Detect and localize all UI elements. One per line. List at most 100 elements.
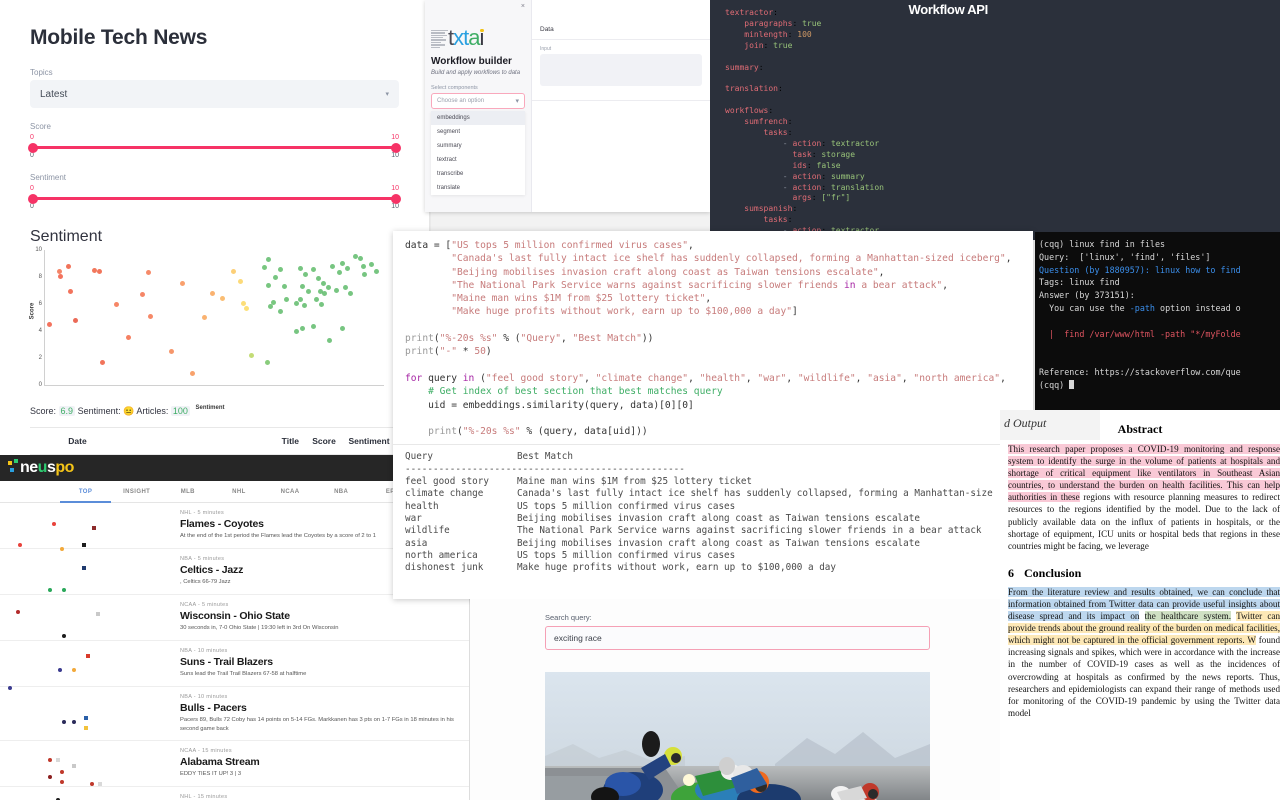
workflow-api-yaml: textractor: paragraphs: true minlength: … <box>725 8 884 237</box>
sentiment-handle-min-value: 0 <box>30 185 34 192</box>
sentiment-slider-knob-min[interactable] <box>28 194 38 204</box>
game-sparkline <box>0 556 180 587</box>
txtai-main-area: Data Input <box>532 0 710 212</box>
neuspo-tab-insight[interactable]: INSIGHT <box>111 481 162 503</box>
score-scale-min: 0 <box>30 152 34 159</box>
scatter-point <box>300 326 305 331</box>
workflow-api-title: Workflow API <box>909 2 988 17</box>
neuspo-tab-nba[interactable]: NBA <box>316 481 367 503</box>
sparkline-marker <box>72 668 76 672</box>
components-select-placeholder: Choose an option <box>437 98 484 104</box>
neuspo-tab-nhl[interactable]: NHL <box>213 481 264 503</box>
mobile-tech-news-panel: Mobile Tech News Topics Latest ▾ Score 0… <box>0 0 430 460</box>
scatter-point <box>361 264 366 269</box>
txtai-heading: Workflow builder <box>431 56 531 67</box>
score-slider[interactable] <box>30 146 399 149</box>
game-sparkline <box>0 602 180 633</box>
game-meta: NCAA - 5 minutes <box>180 602 461 608</box>
topics-selected-value: Latest <box>40 89 67 100</box>
game-title[interactable]: Wisconsin - Ohio State <box>180 610 461 622</box>
sparkline-marker <box>72 720 76 724</box>
sparkline-marker <box>62 588 66 592</box>
scatter-point <box>326 285 331 290</box>
sparkline-marker <box>48 758 52 762</box>
topics-label: Topics <box>30 68 399 77</box>
topics-select[interactable]: Latest ▾ <box>30 80 399 108</box>
component-option-translate[interactable]: translate <box>431 181 525 195</box>
game-title[interactable]: Bulls - Pacers <box>180 702 461 714</box>
scatter-point <box>278 267 283 272</box>
scatter-point <box>303 272 308 277</box>
race-photo-svg <box>545 672 930 800</box>
game-meta: NBA - 10 minutes <box>180 648 461 654</box>
cqq-terminal-panel[interactable]: (cqq) linux find in files Query: ['linux… <box>1035 232 1280 414</box>
chart-plot-area <box>44 250 384 386</box>
game-info: NCAA - 5 minutesWisconsin - Ohio State30… <box>180 602 469 633</box>
scatter-point <box>266 283 271 288</box>
neuspo-tab-top[interactable]: TOP <box>60 481 111 503</box>
scatter-point <box>100 360 105 365</box>
scatter-point <box>311 267 316 272</box>
scatter-point <box>319 302 324 307</box>
scatter-point <box>241 301 246 306</box>
scatter-point <box>238 279 243 284</box>
scatter-point <box>262 265 267 270</box>
scatter-point <box>353 254 358 259</box>
stats-articles-label: Articles: <box>136 406 168 416</box>
logo-square-green-icon <box>14 459 18 463</box>
neuspo-tab-ncaa[interactable]: NCAA <box>265 481 316 503</box>
code-output-block: Query Best Match -----------------------… <box>393 445 1033 574</box>
scatter-point <box>340 261 345 266</box>
component-option-transcribe[interactable]: transcribe <box>431 167 525 181</box>
components-select[interactable]: Choose an option ▾ <box>431 93 525 109</box>
motorcycle-race-result-image <box>545 672 930 800</box>
score-slider-knob-min[interactable] <box>28 143 38 153</box>
scatter-point <box>314 297 319 302</box>
scatter-point <box>47 322 52 327</box>
score-label: Score <box>30 122 399 131</box>
game-title[interactable]: Alabama Stream <box>180 756 461 768</box>
neuspo-game-row[interactable]: NBA - 10 minutesBulls - PacersPacers 89,… <box>0 687 469 741</box>
sentiment-slider[interactable] <box>30 197 399 200</box>
scatter-point <box>374 269 379 274</box>
close-icon[interactable]: × <box>521 3 525 10</box>
neuspo-game-row[interactable]: NCAA - 5 minutesWisconsin - Ohio State30… <box>0 595 469 641</box>
neuspo-logo[interactable]: neuspo <box>8 459 74 477</box>
scatter-point <box>334 288 339 293</box>
component-option-textract[interactable]: textract <box>431 153 525 167</box>
game-title[interactable]: Suns - Trail Blazers <box>180 656 461 668</box>
sparkline-marker <box>60 780 64 784</box>
sparkline-marker <box>56 758 60 762</box>
search-input[interactable]: exciting race <box>545 626 930 650</box>
stats-articles-value: 100 <box>171 406 190 416</box>
component-option-summary[interactable]: summary <box>431 139 525 153</box>
scatter-point <box>369 262 374 267</box>
scatter-point <box>348 291 353 296</box>
txtai-input-box[interactable] <box>540 54 702 86</box>
scatter-point <box>340 326 345 331</box>
component-option-segment[interactable]: segment <box>431 125 525 139</box>
conclusion-paragraph: From the literature review and results o… <box>1000 586 1280 719</box>
scatter-point <box>231 269 236 274</box>
components-option-list[interactable]: embeddingssegmentsummarytextracttranscri… <box>431 111 525 195</box>
game-meta: NHL - 15 minutes <box>180 794 461 800</box>
component-option-embeddings[interactable]: embeddings <box>431 111 525 125</box>
chart-y-tick: 4 <box>39 328 42 334</box>
sparkline-marker <box>58 668 62 672</box>
game-info: NHL - 15 minutesBlackhawks - Red Wings <box>180 794 469 800</box>
neuspo-game-row[interactable]: NHL - 15 minutesBlackhawks - Red Wings <box>0 787 469 800</box>
workflow-api-panel: Workflow API textractor: paragraphs: tru… <box>710 0 1280 240</box>
game-info: NBA - 10 minutes Suns - Trail Blazers Suns… <box>180 648 469 679</box>
research-paper-panel: d Output Abstract This research paper pr… <box>1000 410 1280 800</box>
score-slider-knob-max[interactable] <box>391 143 401 153</box>
scatter-point <box>148 314 153 319</box>
neuspo-game-row[interactable]: NCAA - 15 minutesAlabama StreamEDDY TIES… <box>0 741 469 787</box>
scatter-point <box>284 297 289 302</box>
sentiment-slider-knob-max[interactable] <box>391 194 401 204</box>
game-description: EDDY TIES IT UP! 3 | 3 <box>180 770 461 779</box>
chart-y-tick: 6 <box>39 301 42 307</box>
conclusion-title: Conclusion <box>1024 566 1081 580</box>
game-description: Suns lead the Trail Trail Blazers 67-58 … <box>180 670 461 679</box>
neuspo-tab-mlb[interactable]: MLB <box>162 481 213 503</box>
neuspo-game-row[interactable]: NBA - 10 minutes Suns - Trail Blazers Suns… <box>0 641 469 687</box>
